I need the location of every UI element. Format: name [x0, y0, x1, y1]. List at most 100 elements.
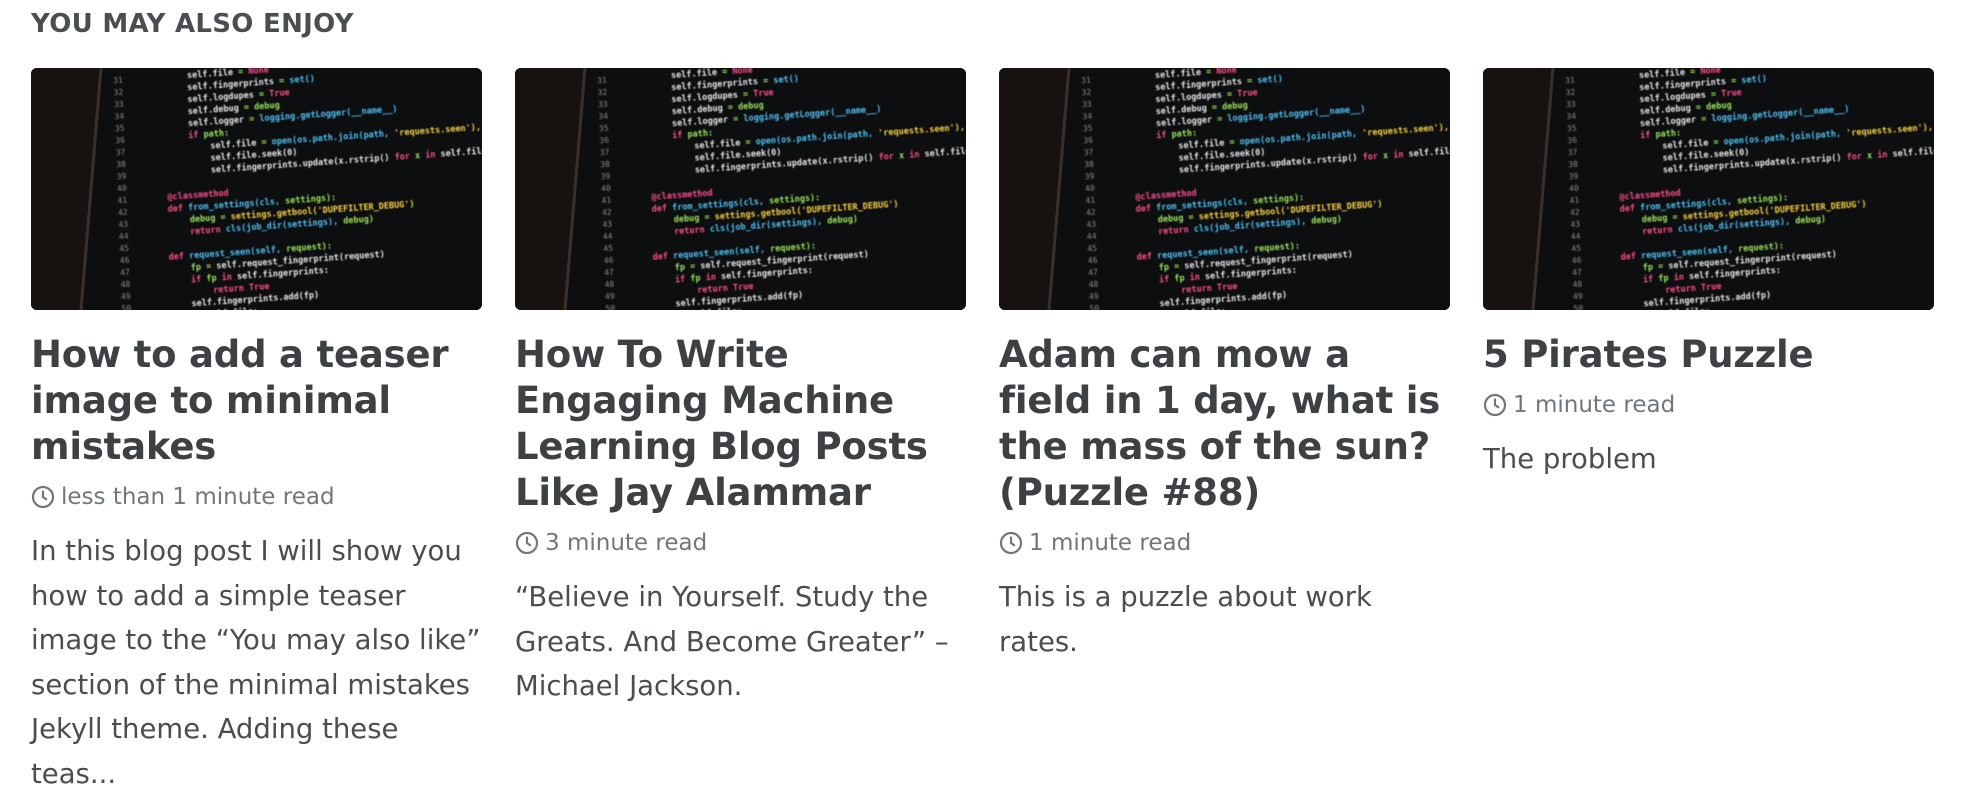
line-number: 35 [115, 124, 125, 134]
line-number: 40 [1569, 184, 1579, 194]
line-number: 43 [1570, 220, 1580, 230]
line-number: 32 [1565, 88, 1575, 98]
line-number: 47 [604, 268, 614, 278]
post-title: 5 Pirates Puzzle [1483, 332, 1934, 378]
line-number: 45 [1571, 244, 1581, 254]
clock-icon [515, 531, 539, 555]
line-number: 41 [1569, 196, 1579, 206]
line-number: 36 [115, 136, 125, 146]
line-number: 33 [1566, 100, 1576, 110]
code-screen-graphic: 31 self.file = None32 self.fingerprints = … [31, 68, 482, 310]
line-number: 32 [597, 88, 607, 98]
read-time-label: less than 1 minute read [61, 484, 335, 510]
line-number: 38 [1568, 160, 1578, 170]
code-screen-graphic: 31 self.file = None32 self.fingerprints = … [999, 68, 1450, 310]
line-number: 34 [1082, 112, 1092, 122]
post-card: 31 self.file = None 32 self.fingerprints = … [31, 68, 482, 796]
line-number: 49 [121, 292, 131, 302]
post-title-link[interactable]: Adam can mow a field in 1 day, what is t… [999, 333, 1440, 514]
post-excerpt: “Believe in Yourself. Study the Greats. … [515, 581, 949, 702]
line-number: 44 [603, 232, 613, 242]
line-number: 50 [121, 304, 131, 310]
clock-icon [1483, 393, 1507, 417]
related-posts: YOU MAY ALSO ENJOY 31 self.file = None 32 s… [0, 0, 1976, 796]
line-number: 47 [1572, 268, 1582, 278]
line-number: 50 [1089, 304, 1099, 310]
post-title-link[interactable]: 5 Pirates Puzzle [1483, 333, 1814, 376]
read-time-label: 1 minute read [1029, 530, 1192, 556]
line-number: 39 [600, 172, 610, 182]
line-number: 47 [1088, 268, 1098, 278]
line-number: 50 [605, 304, 615, 310]
line-number: 38 [1084, 160, 1094, 170]
line-number: 37 [1084, 148, 1094, 158]
read-time: 1 minute read [1483, 391, 1934, 419]
line-number: 31 [113, 76, 123, 86]
line-number: 47 [120, 268, 130, 278]
line-number: 43 [1086, 220, 1096, 230]
line-number: 45 [1087, 244, 1097, 254]
code-screen-graphic: 31 self.file = None32 self.fingerprints = … [1483, 68, 1934, 310]
line-number: 41 [601, 196, 611, 206]
line-number: 31 [1081, 76, 1091, 86]
line-number: 40 [117, 184, 127, 194]
line-number: 49 [1089, 292, 1099, 302]
post-excerpt: In this blog post I will show you how to… [31, 535, 481, 790]
line-number: 34 [114, 112, 124, 122]
post-title: How To Write Engaging Machine Learning B… [515, 332, 966, 516]
post-card: 31 self.file = None 32 self.fingerprints = … [999, 68, 1450, 796]
line-number: 32 [1081, 88, 1091, 98]
line-number: 37 [600, 148, 610, 158]
line-number: 43 [118, 220, 128, 230]
line-number: 46 [603, 256, 613, 266]
line-number: 49 [605, 292, 615, 302]
line-number: 44 [1087, 232, 1097, 242]
post-title-link[interactable]: How to add a teaser image to minimal mis… [31, 333, 449, 468]
clock-icon [999, 531, 1023, 555]
line-number: 44 [1571, 232, 1581, 242]
line-number: 48 [604, 280, 614, 290]
line-number: 35 [1567, 124, 1577, 134]
post-card: 31 self.file = None 32 self.fingerprints = … [1483, 68, 1934, 796]
line-number: 38 [600, 160, 610, 170]
line-number: 42 [602, 208, 612, 218]
line-number: 42 [1086, 208, 1096, 218]
line-number: 37 [116, 148, 126, 158]
line-number: 50 [1573, 304, 1583, 310]
line-number: 36 [599, 136, 609, 146]
line-number: 33 [1082, 100, 1092, 110]
clock-icon [31, 485, 55, 509]
read-time-label: 3 minute read [545, 530, 708, 556]
read-time: 1 minute read [999, 529, 1450, 557]
post-title-link[interactable]: How To Write Engaging Machine Learning B… [515, 333, 928, 514]
post-teaser-image[interactable]: 31 self.file = None 32 self.fingerprints = … [1483, 68, 1934, 310]
line-number: 39 [1084, 172, 1094, 182]
line-number: 48 [1572, 280, 1582, 290]
line-number: 34 [1566, 112, 1576, 122]
read-time: less than 1 minute read [31, 483, 482, 511]
line-number: 31 [1565, 76, 1575, 86]
line-number: 45 [119, 244, 129, 254]
line-number: 46 [1571, 256, 1581, 266]
post-teaser-image[interactable]: 31 self.file = None 32 self.fingerprints = … [515, 68, 966, 310]
line-number: 49 [1573, 292, 1583, 302]
post-teaser-image[interactable]: 31 self.file = None 32 self.fingerprints = … [31, 68, 482, 310]
line-number: 48 [120, 280, 130, 290]
line-number: 44 [119, 232, 129, 242]
post-excerpt: This is a puzzle about work rates. [999, 581, 1372, 658]
line-number: 35 [599, 124, 609, 134]
line-number: 39 [116, 172, 126, 182]
post-teaser-image[interactable]: 31 self.file = None 32 self.fingerprints = … [999, 68, 1450, 310]
line-number: 45 [603, 244, 613, 254]
line-number: 46 [1087, 256, 1097, 266]
post-card: 31 self.file = None 32 self.fingerprints = … [515, 68, 966, 796]
code-screen-graphic: 31 self.file = None32 self.fingerprints = … [515, 68, 966, 310]
section-title: YOU MAY ALSO ENJOY [31, 9, 354, 39]
related-posts-grid: 31 self.file = None 32 self.fingerprints = … [31, 68, 1976, 796]
line-number: 38 [116, 160, 126, 170]
line-number: 35 [1083, 124, 1093, 134]
read-time: 3 minute read [515, 529, 966, 557]
line-number: 32 [113, 88, 123, 98]
read-time-label: 1 minute read [1513, 392, 1676, 418]
line-number: 31 [597, 76, 607, 86]
